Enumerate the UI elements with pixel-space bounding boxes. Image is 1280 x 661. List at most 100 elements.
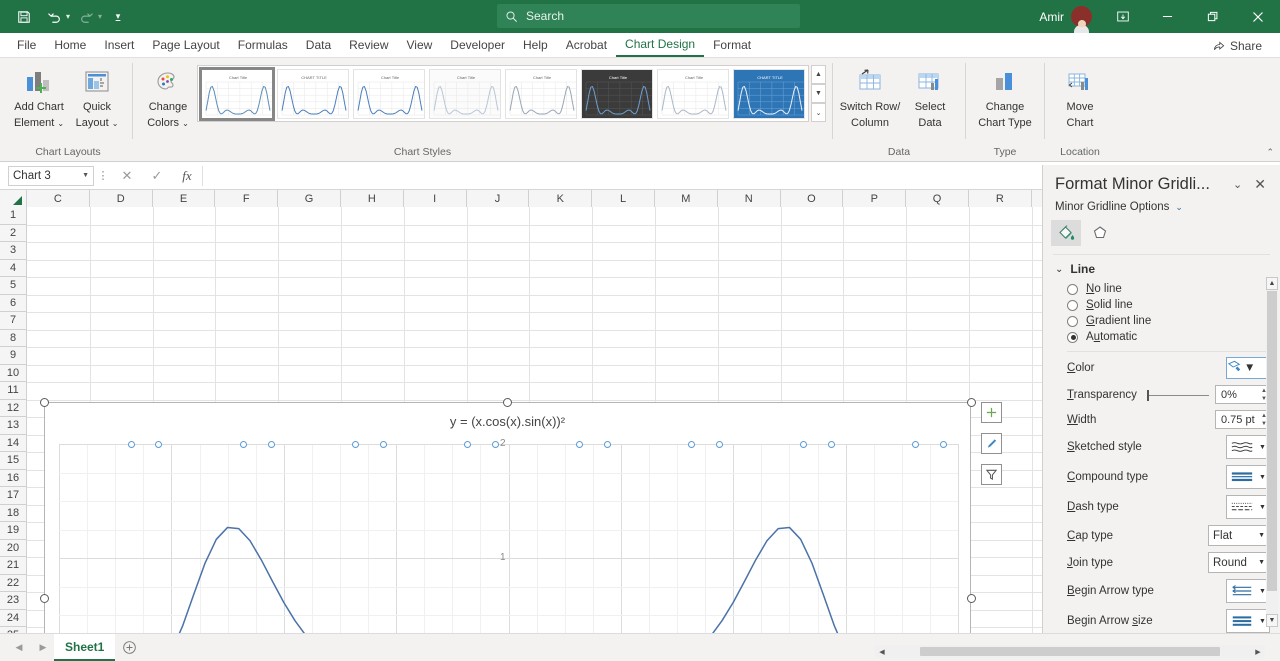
begin-arrow-size-dropdown[interactable]: ▼	[1226, 609, 1270, 633]
radio-solid-line[interactable]: Solid line	[1043, 297, 1280, 313]
plot-area-handle[interactable]	[352, 441, 359, 448]
column-header-I[interactable]: I	[403, 190, 467, 207]
column-header-E[interactable]: E	[152, 190, 216, 207]
column-header-Q[interactable]: Q	[906, 190, 969, 207]
column-header-P[interactable]: P	[843, 190, 907, 207]
resize-handle-e[interactable]	[967, 594, 976, 603]
plot-area-handle[interactable]	[800, 441, 807, 448]
width-spinner[interactable]: 0.75 pt ▲ ▼	[1215, 410, 1270, 429]
plot-area-handle[interactable]	[576, 441, 583, 448]
row-header-10[interactable]: 10	[0, 364, 27, 382]
row-header-7[interactable]: 7	[0, 312, 27, 330]
row-header-6[interactable]: 6	[0, 294, 27, 312]
chart-style-thumbnail-7[interactable]: Chart Title	[657, 68, 729, 119]
plot-area-handle[interactable]	[688, 441, 695, 448]
row-header-12[interactable]: 12	[0, 399, 27, 417]
row-header-17[interactable]: 17	[0, 487, 27, 505]
task-pane-scrollbar[interactable]: ▲ ▼	[1266, 277, 1278, 627]
search-box[interactable]: Search	[497, 4, 800, 28]
tab-formulas[interactable]: Formulas	[229, 33, 297, 57]
add-sheet-icon[interactable]	[115, 634, 143, 661]
column-header-O[interactable]: O	[780, 190, 844, 207]
chevron-down-icon[interactable]: ▼	[82, 172, 89, 179]
row-header-24[interactable]: 24	[0, 609, 27, 627]
column-header-M[interactable]: M	[654, 190, 718, 207]
tab-data[interactable]: Data	[297, 33, 340, 57]
chart-title[interactable]: y = (x.cos(x).sin(x))²	[45, 414, 970, 429]
row-header-2[interactable]: 2	[0, 224, 27, 242]
redo-dropdown-icon[interactable]: ▾	[98, 12, 102, 21]
row-header-23[interactable]: 23	[0, 592, 27, 610]
row-header-9[interactable]: 9	[0, 347, 27, 365]
compound-type-dropdown[interactable]: ▼	[1226, 465, 1270, 489]
row-header-5[interactable]: 5	[0, 277, 27, 295]
undo-icon[interactable]	[40, 5, 68, 29]
task-pane-menu-chevron-icon[interactable]: ⌄	[1227, 178, 1248, 191]
row-header-22[interactable]: 22	[0, 574, 27, 592]
chart-style-thumbnail-3[interactable]: Chart Title	[353, 68, 425, 119]
column-header-R[interactable]: R	[968, 190, 1032, 207]
sheet-tab-sheet1[interactable]: Sheet1	[54, 634, 116, 661]
pane-scroll-down-icon[interactable]: ▼	[1266, 614, 1278, 627]
radio-automatic[interactable]: Automatic	[1043, 329, 1280, 345]
pane-scroll-up-icon[interactable]: ▲	[1266, 277, 1278, 290]
name-box[interactable]: Chart 3 ▼	[8, 165, 94, 186]
account-area[interactable]: Amir	[1039, 6, 1100, 33]
ribbon-display-options-icon[interactable]	[1100, 0, 1145, 33]
chart-style-thumbnail-4[interactable]: Chart Title	[429, 68, 501, 119]
horizontal-scrollbar[interactable]: ◀ ▶	[875, 645, 1265, 658]
gallery-up-icon[interactable]: ▲	[811, 65, 826, 84]
change-chart-type-button[interactable]: Change Chart Type	[972, 60, 1038, 129]
row-header-4[interactable]: 4	[0, 259, 27, 277]
confirm-formula-icon[interactable]: ✓	[142, 166, 172, 186]
column-header-K[interactable]: K	[529, 190, 593, 207]
avatar[interactable]	[1071, 6, 1092, 33]
switch-row-column-button[interactable]: Switch Row/ Column	[839, 60, 901, 129]
move-chart-button[interactable]: Move Chart	[1051, 60, 1109, 129]
undo-dropdown-icon[interactable]: ▾	[66, 12, 70, 21]
resize-handle-ne[interactable]	[967, 398, 976, 407]
tab-page-layout[interactable]: Page Layout	[143, 33, 228, 57]
column-header-H[interactable]: H	[340, 190, 404, 207]
share-button[interactable]: Share	[1203, 35, 1272, 56]
data-series-line[interactable]	[59, 444, 958, 633]
transparency-spinner[interactable]: 0% ▲ ▼	[1215, 385, 1270, 404]
plot-area-handle[interactable]	[912, 441, 919, 448]
row-header-20[interactable]: 20	[0, 539, 27, 557]
quick-layout-button[interactable]: Quick Layout ⌄	[68, 60, 126, 129]
column-header-L[interactable]: L	[592, 190, 655, 207]
minimize-button[interactable]	[1145, 0, 1190, 33]
chart-styles-gallery[interactable]: Chart Title CHART TITLE Chart Title Char…	[197, 65, 809, 122]
column-header-N[interactable]: N	[717, 190, 781, 207]
row-header-8[interactable]: 8	[0, 329, 27, 347]
plot-area-handle[interactable]	[128, 441, 135, 448]
column-header-F[interactable]: F	[215, 190, 279, 207]
column-header-G[interactable]: G	[278, 190, 341, 207]
plot-area-handle[interactable]	[380, 441, 387, 448]
chevron-down-icon[interactable]: ▼	[1244, 362, 1255, 374]
row-header-1[interactable]: 1	[0, 207, 27, 225]
chart-style-thumbnail-2[interactable]: CHART TITLE	[277, 68, 349, 119]
slider-knob[interactable]	[1147, 389, 1149, 401]
tab-file[interactable]: File	[8, 33, 45, 57]
plot-area-handle[interactable]	[828, 441, 835, 448]
tab-effects[interactable]	[1085, 220, 1115, 246]
tab-format[interactable]: Format	[704, 33, 760, 57]
transparency-slider[interactable]	[1147, 389, 1209, 401]
radio-no-line[interactable]: No line	[1043, 281, 1280, 297]
minor-gridline-options-dropdown[interactable]: Minor Gridline Options ⌄	[1043, 196, 1280, 213]
join-type-select[interactable]: Round ▼	[1208, 552, 1270, 573]
column-header-D[interactable]: D	[89, 190, 153, 207]
tab-chart-design[interactable]: Chart Design	[616, 33, 705, 57]
add-chart-element-button[interactable]: Add Chart Element ⌄	[10, 60, 68, 129]
row-header-18[interactable]: 18	[0, 504, 27, 522]
cancel-formula-icon[interactable]: ✕	[112, 166, 142, 186]
chart-filters-funnel-icon[interactable]	[981, 464, 1002, 485]
gallery-more-icon[interactable]: ⌄	[811, 103, 826, 122]
plot-area-handle[interactable]	[155, 441, 162, 448]
plot-area-handle[interactable]	[940, 441, 947, 448]
save-icon[interactable]	[10, 5, 38, 29]
plot-area-handle[interactable]	[604, 441, 611, 448]
row-header-16[interactable]: 16	[0, 469, 27, 487]
change-colors-button[interactable]: Change Colors ⌄	[139, 60, 197, 129]
